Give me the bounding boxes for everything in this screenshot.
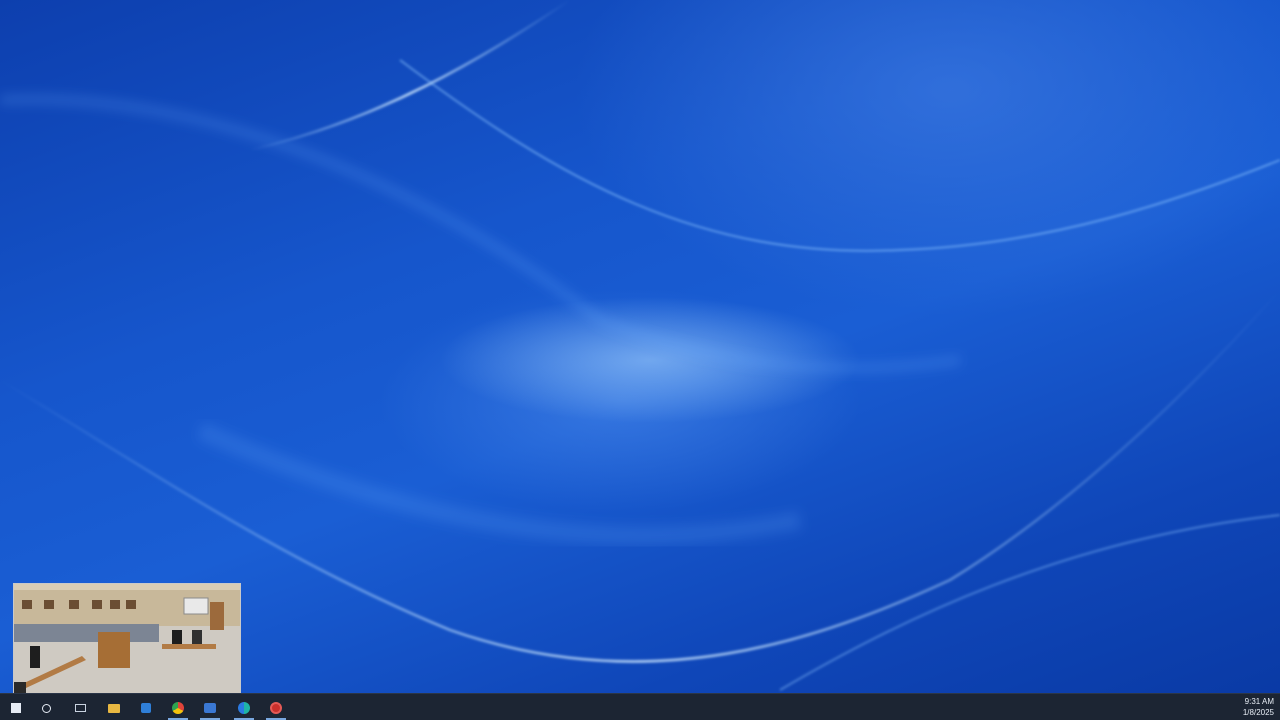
clock-time: 9:31 AM (1244, 697, 1274, 706)
chrome-icon[interactable] (164, 698, 192, 720)
edge-icon[interactable] (230, 698, 258, 720)
start-icon[interactable] (2, 698, 30, 718)
meeting-room-video-icon (14, 584, 240, 709)
file-explorer-icon[interactable] (100, 698, 128, 718)
red-app-icon[interactable] (262, 698, 290, 720)
clock-date: 1/8/2025 (1242, 708, 1274, 717)
system-clock[interactable]: 9:31 AM 1/8/2025 (1243, 696, 1274, 718)
task-view-icon[interactable] (66, 698, 94, 718)
search-icon[interactable] (32, 698, 60, 718)
video-overlay[interactable] (13, 583, 241, 710)
taskbar: 9:31 AM 1/8/2025 (0, 693, 1280, 720)
taskbar-app-icon[interactable] (132, 698, 160, 718)
app-icon[interactable] (196, 698, 224, 720)
